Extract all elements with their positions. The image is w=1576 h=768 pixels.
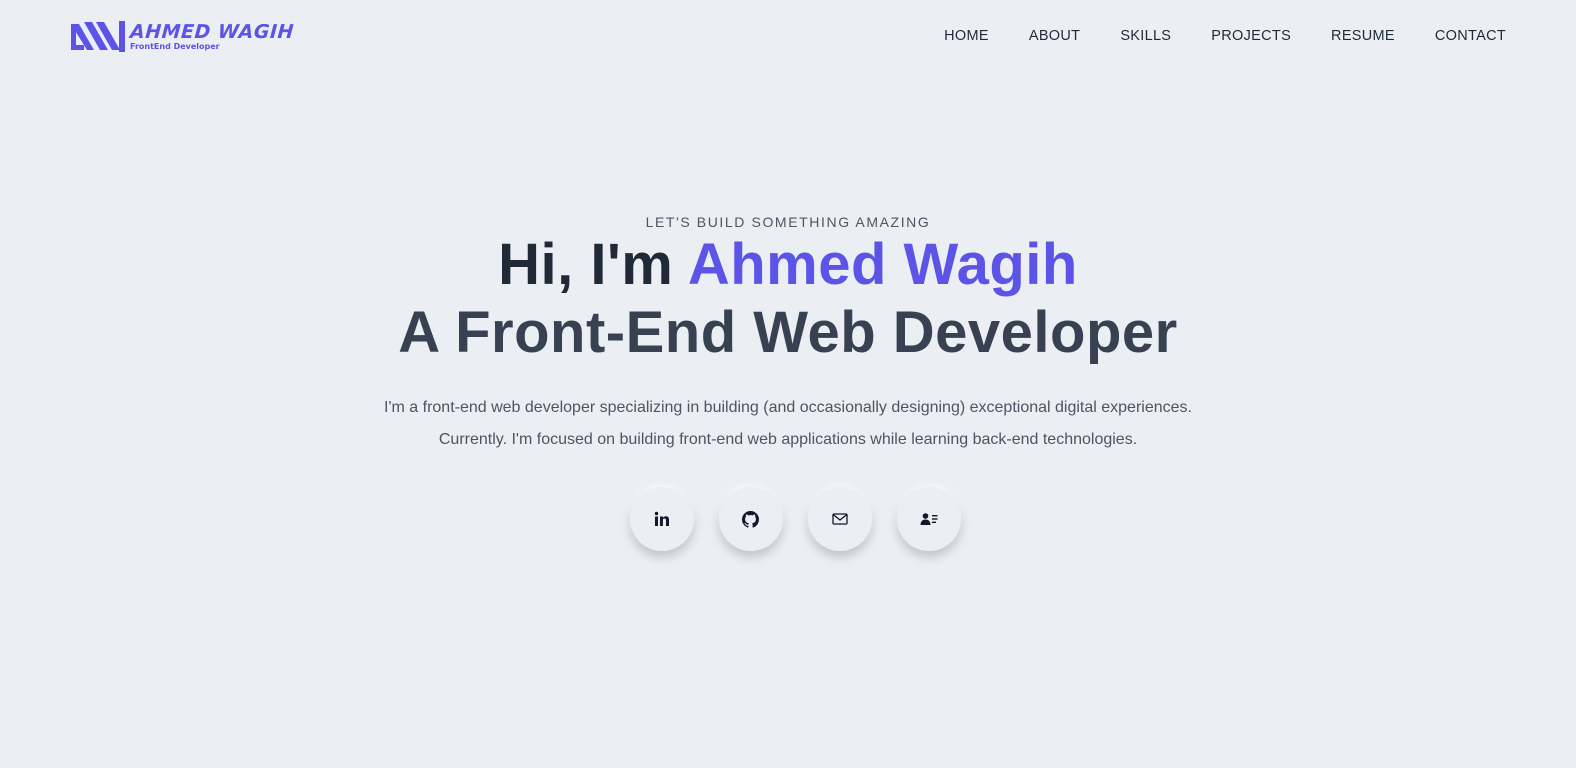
social-links	[0, 487, 1576, 551]
hero-section: LET'S BUILD SOMETHING AMAZING Hi, I'm Ah…	[0, 212, 1576, 551]
hero-description-line-2: Currently. I'm focused on building front…	[438, 431, 1138, 448]
logo-name: AHMED WAGIH	[129, 21, 295, 43]
main-nav: HOME ABOUT SKILLS PROJECTS RESUME CONTAC…	[944, 28, 1506, 44]
logo-text: AHMED WAGIH FrontEnd Developer	[129, 21, 295, 51]
hero-name: Ahmed Wagih	[687, 232, 1078, 297]
logo-tagline: FrontEnd Developer	[130, 42, 220, 51]
email-button[interactable]	[807, 487, 872, 551]
nav-resume[interactable]: RESUME	[1331, 28, 1395, 44]
contact-card-icon	[920, 513, 937, 525]
nav-about[interactable]: ABOUT	[1029, 28, 1080, 44]
hero-greeting: Hi, I'm	[498, 232, 688, 297]
site-header: AHMED WAGIH FrontEnd Developer HOME ABOU…	[0, 0, 1576, 74]
mail-icon	[831, 513, 848, 525]
github-button[interactable]	[718, 487, 783, 551]
hero-role: A Front-End Web Developer	[398, 300, 1178, 365]
linkedin-button[interactable]	[629, 487, 694, 551]
nav-contact[interactable]: CONTACT	[1435, 28, 1506, 44]
brand-logo[interactable]: AHMED WAGIH FrontEnd Developer	[70, 20, 295, 54]
github-icon	[742, 510, 759, 528]
logo-mark-icon	[71, 21, 125, 52]
hero-description: I'm a front-end web developer specializi…	[0, 392, 1576, 456]
nav-projects[interactable]: PROJECTS	[1211, 28, 1291, 44]
hero-eyebrow: LET'S BUILD SOMETHING AMAZING	[645, 214, 931, 230]
hero-greeting-heading: Hi, I'm Ahmed Wagih	[0, 234, 1576, 296]
linkedin-icon	[654, 511, 669, 526]
contact-card-button[interactable]	[896, 487, 961, 551]
nav-home[interactable]: HOME	[944, 28, 989, 44]
hero-description-line-1: I'm a front-end web developer specializi…	[384, 399, 1192, 416]
nav-skills[interactable]: SKILLS	[1120, 28, 1171, 44]
